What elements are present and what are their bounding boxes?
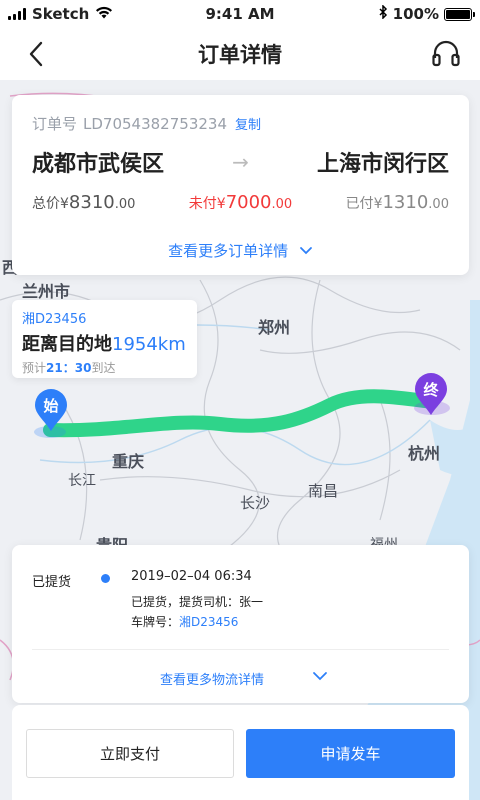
vehicle-plate: 湘D23456: [22, 312, 87, 327]
paid-label: 已付: [345, 196, 374, 212]
map-label-hangzhou: 杭州: [408, 444, 441, 463]
map-label-zhengzhou: 郑州: [258, 318, 291, 337]
signal-icon: [8, 8, 26, 20]
origin-city: 成都市武侯区: [32, 152, 165, 177]
logistics-description: 已提货，提货司机：张一: [131, 595, 264, 609]
battery-icon: [444, 7, 475, 21]
vehicle-info-card[interactable]: 湘D23456 距离目的地1954km 预计21：30到达: [12, 300, 197, 378]
unpaid-amount: 7000: [225, 192, 272, 213]
request-departure-button[interactable]: 申请发车: [246, 729, 455, 778]
total-currency: ¥: [60, 196, 69, 212]
unpaid-currency: ¥: [216, 196, 226, 212]
eta-separator: ：: [62, 361, 75, 375]
total-decimal: .00: [114, 197, 136, 212]
paid-decimal: .00: [428, 197, 449, 212]
end-marker-label: 终: [423, 381, 439, 399]
map-label-lanzhou: 兰州市: [22, 282, 71, 301]
total-amount: 8310: [68, 192, 115, 213]
pay-now-button[interactable]: 立即支付: [26, 729, 234, 778]
map-label-changsha: 长沙: [240, 494, 271, 512]
order-number: LD7054382753234: [83, 114, 227, 133]
map-label-chongqing: 重庆: [112, 452, 145, 471]
order-number-row: 订单号 LD7054382753234 复制: [32, 113, 449, 134]
arrow-right-icon: →: [232, 150, 249, 174]
wifi-icon: [95, 5, 113, 23]
paid-amount: 1310: [382, 192, 429, 213]
bottom-action-bar: 立即支付 申请发车: [12, 705, 469, 800]
more-logistics-details-link[interactable]: 查看更多物流详情: [160, 669, 264, 688]
route-row: 成都市武侯区 → 上海市闵行区: [32, 146, 449, 178]
eta-hour: 21: [46, 361, 63, 375]
logistics-plate-row: 车牌号：湘D23456: [131, 613, 238, 630]
status-time: 9:41 AM: [205, 5, 275, 23]
logistics-plate-label: 车牌号：: [131, 615, 180, 629]
total-price: 总价¥8310.00: [32, 192, 135, 213]
more-order-details-link[interactable]: 查看更多订单详情: [12, 240, 469, 261]
status-left: Sketch: [8, 5, 178, 23]
chevron-down-icon: [299, 247, 312, 255]
bluetooth-icon: [379, 4, 388, 23]
logistics-plate-value: 湘D23456: [179, 615, 239, 629]
eta-row: 预计21：30到达: [22, 359, 187, 376]
distance-value: 1954km: [112, 334, 186, 355]
headset-icon[interactable]: [430, 38, 462, 70]
chevron-down-icon[interactable]: [312, 670, 328, 682]
carrier-label: Sketch: [32, 5, 90, 23]
price-row: 总价¥8310.00 未付¥7000.00 已付¥1310.00: [32, 192, 449, 213]
end-marker[interactable]: 终: [414, 372, 448, 416]
eta-suffix: 到达: [91, 361, 116, 375]
start-marker-label: 始: [43, 397, 59, 415]
eta-minute: 30: [74, 361, 92, 375]
unpaid-decimal: .00: [271, 197, 293, 212]
eta-prefix: 预计: [22, 361, 47, 375]
total-label: 总价: [32, 196, 60, 212]
order-number-label: 订单号: [32, 115, 78, 133]
distance-row: 距离目的地1954km: [22, 330, 187, 356]
destination-city: 上海市闵行区: [316, 152, 449, 177]
divider: [32, 649, 449, 650]
logistics-time: 2019–02–04 06:34: [131, 569, 252, 584]
chevron-left-icon[interactable]: [20, 38, 52, 70]
unpaid-label: 未付: [188, 196, 217, 212]
logistics-status: 已提货: [32, 575, 72, 590]
map-label-nanchang: 南昌: [308, 482, 339, 500]
status-right: 100%: [302, 4, 475, 23]
more-order-details-label: 查看更多订单详情: [168, 242, 289, 260]
copy-button[interactable]: 复制: [235, 114, 261, 133]
status-bar: Sketch 9:41 AM 100%: [0, 0, 480, 28]
start-marker[interactable]: 始: [34, 388, 68, 432]
nav-bar: 订单详情: [0, 28, 480, 80]
paid-price: 已付¥1310.00: [346, 192, 449, 213]
order-card: 订单号 LD7054382753234 复制 成都市武侯区 → 上海市闵行区 总…: [12, 95, 469, 275]
unpaid-price: 未付¥7000.00: [189, 192, 292, 213]
distance-label: 距离目的地: [22, 334, 112, 355]
battery-percent: 100%: [392, 5, 439, 23]
map-label-changjiang: 长江: [68, 473, 96, 489]
logistics-card: 已提货 2019–02–04 06:34 已提货，提货司机：张一 车牌号：湘D2…: [12, 545, 469, 703]
timeline-dot: [101, 574, 110, 583]
page-title: 订单详情: [198, 43, 282, 67]
